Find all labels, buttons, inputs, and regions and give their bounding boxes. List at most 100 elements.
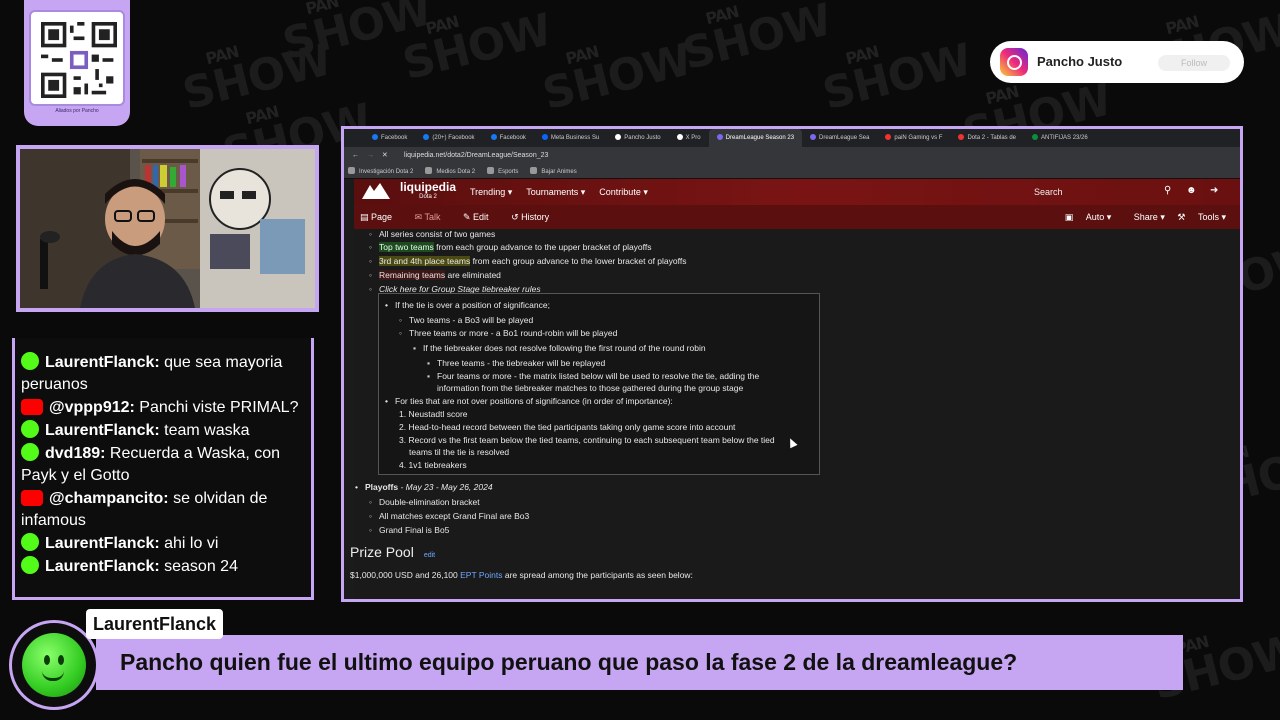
tab-label: Page [371,212,393,222]
browser-tab[interactable]: ANTIFIJAS 23/26 [1024,129,1096,147]
ept-points-link[interactable]: EPT Points [460,570,502,580]
item-text: from each group advance to the lower bra… [470,256,687,266]
browser-tab[interactable]: X Pro [669,129,709,147]
share-button[interactable]: Share ▾ [1124,212,1165,222]
chat-text: ahi lo vi [159,535,219,552]
chat-username: LaurentFlanck: [45,354,160,371]
browser-tab[interactable]: Facebook [364,129,415,147]
liquipedia-icon [716,134,723,140]
tab-history[interactable]: ↺ History [511,212,559,222]
liquipedia-icon [810,134,817,140]
item-text: are eliminated [445,270,501,280]
tool-label: Share [1133,212,1158,222]
search-input[interactable]: Search [1034,187,1063,197]
list-item: Grand Final is Bo5 [369,525,449,535]
chat-username: LaurentFlanck: [45,558,160,575]
tab-talk[interactable]: ✉ Talk [415,212,451,222]
highlight-text: Top two teams [379,242,434,252]
instagram-name: Pancho Justo [1037,54,1123,69]
liquipedia-logo-icon[interactable] [360,181,392,203]
x-icon [676,134,683,140]
chat-message: @vppp912: Panchi viste PRIMAL? [21,397,305,419]
bookmark-item[interactable]: Bajar Animes [530,165,577,178]
folder-icon [425,167,433,174]
tab-label: ANTIFIJAS 23/26 [1041,135,1088,141]
ordered-item: 1. Neustadtl score [399,409,468,419]
facebook-icon [372,134,378,140]
chat-username: LaurentFlanck: [45,535,160,552]
youtube-icon [21,490,43,506]
browser-tab[interactable]: Meta Business Su [534,129,607,147]
list-item: All matches except Grand Final are Bo3 [369,511,529,521]
item-text: from each group advance to the upper bra… [433,242,652,252]
edit-link[interactable]: edit [424,552,435,559]
highlight-text: 3rd and 4th place teams [379,256,471,266]
tool-label: Auto [1085,212,1105,222]
list-item-cont: information from the tiebreaker matches … [437,383,744,393]
webcam-feed [16,145,319,312]
tab-label: DreamLeague Season 23 [725,135,795,141]
tab-bar: Facebook (20+) Facebook Facebook Meta Bu… [344,129,1240,147]
folder-icon [487,167,495,174]
ordered-item: 2. Head-to-head record between the tied … [399,422,736,432]
search-icon[interactable]: ⚲ [1164,185,1171,196]
nav-label: Trending [470,186,506,197]
browser-tab[interactable]: paiN Gaming vs F [877,129,950,147]
auto-button[interactable]: ▣ Auto ▾ [1065,212,1112,222]
browser-tab-active[interactable]: DreamLeague Season 23 [708,129,803,147]
chat-username: LaurentFlanck: [45,422,160,439]
browser-tab[interactable]: (20+) Facebook [415,129,482,147]
kick-icon [21,352,39,370]
browser-tab[interactable]: DreamLeague Sea [802,129,877,147]
chat-message: LaurentFlanck: season 24 [21,556,305,578]
nav-label: Tournaments [526,186,579,197]
nav-contribute[interactable]: Contribute ▾ [599,187,648,198]
chat-message: dvd189: Recuerda a Waska, con Payk y el … [21,443,305,487]
chat-username: dvd189: [45,445,106,462]
qr-pattern [41,22,117,98]
tab-label: Talk [424,212,441,222]
nav-tournaments[interactable]: Tournaments ▾ [526,187,585,198]
tab-edit[interactable]: ✎ Edit [463,212,499,222]
tab-page[interactable]: ▤ Page [360,212,402,222]
forward-icon[interactable]: → [367,152,374,159]
browser-tab[interactable]: Facebook [483,129,534,147]
browser-tab[interactable]: Dota 2 - Tablas de [950,129,1024,147]
bookmark-label: Investigación Dota 2 [359,169,414,175]
watermark-logo: PANSHOW [677,0,837,81]
bookmark-label: Bajar Animes [541,169,577,175]
facebook-icon [490,134,497,140]
bookmarks-bar: Investigación Dota 2 Medios Dota 2 Espor… [344,165,1240,179]
facebook-icon [423,134,430,140]
page-tabs: ▤ Page ✉ Talk ✎ Edit ↺ History ▣ Auto ▾ … [354,205,1240,229]
webcam-image [20,149,315,308]
highlight-text: Remaining teams [379,270,446,280]
tab-label: Edit [473,212,489,222]
nav-label: Contribute [599,186,641,197]
bookmark-label: Esports [498,169,519,175]
bookmark-item[interactable]: Esports [487,165,518,178]
bookmark-item[interactable]: Medios Dota 2 [425,165,475,178]
sheets-icon [1032,134,1039,140]
instagram-icon [1000,48,1028,76]
login-icon[interactable]: ➜ [1210,185,1218,196]
playoffs-item: Playoffs - May 23 - May 26, 2024 [355,482,493,492]
add-user-icon[interactable]: ☻ [1186,185,1197,196]
tab-label: X Pro [685,135,701,141]
browser-tab[interactable]: Pancho Justo [607,129,668,147]
tab-label: DreamLeague Sea [819,135,870,141]
list-item: Two teams - a Bo3 will be played [399,315,533,325]
liquipedia-brand[interactable]: liquipedia Dota 2 [400,181,456,202]
bookmark-item[interactable]: Investigación Dota 2 [348,165,413,178]
reload-icon[interactable]: ✕ [382,152,388,159]
mascot-eye [44,655,50,665]
nav-trending[interactable]: Trending ▾ [470,187,512,198]
tools-button[interactable]: ⚒ Tools ▾ [1177,212,1226,222]
url-field[interactable]: liquipedia.net/dota2/DreamLeague/Season_… [404,147,548,165]
back-icon[interactable]: ← [352,152,359,159]
kick-mascot-icon [22,633,86,697]
follow-button[interactable]: Follow [1158,55,1230,71]
tab-label: Pancho Justo [624,135,661,141]
mascot-mouth [42,671,64,681]
folder-icon [348,167,355,174]
